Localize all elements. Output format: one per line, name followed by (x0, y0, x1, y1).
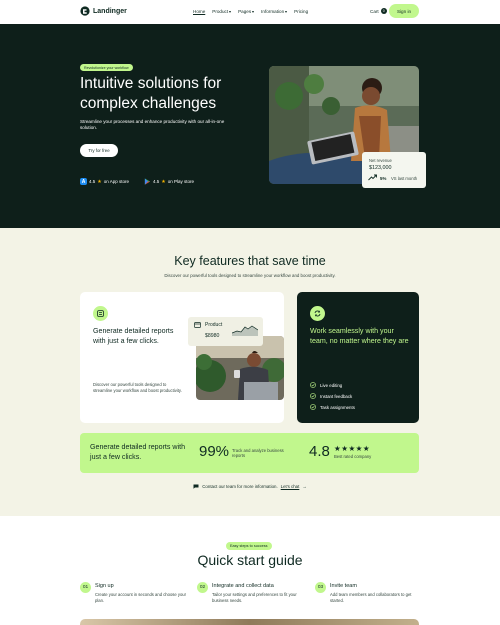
revenue-compare-label: VS last month (391, 176, 418, 181)
revenue-label: Net revenue (369, 158, 392, 163)
step-description: Add team members and collaborators to ge… (330, 592, 412, 603)
stat-percent: 99% (199, 443, 230, 460)
feature-item-label: Task assignments (320, 404, 355, 410)
chevron-down-icon (285, 10, 288, 13)
features-title: Key features that save time (174, 254, 326, 268)
play-store-rating[interactable]: 4.5 ★ on Play store (144, 178, 194, 185)
step-title: Sign up (95, 583, 114, 589)
check-circle-icon (310, 382, 316, 388)
hero-title: Intuitive solutions for complex challeng… (80, 75, 222, 112)
nav-link-information-label: Information (261, 9, 285, 14)
brand-name: Landinger (93, 7, 127, 15)
logo-icon (80, 6, 90, 16)
step-title: Integrate and collect data (212, 583, 274, 589)
nav-link-product[interactable]: Product (212, 9, 232, 14)
arrow-right-icon: → (302, 484, 307, 489)
reports-card-description: Discover our powerful tools designed to … (93, 382, 182, 393)
check-circle-icon (310, 404, 316, 410)
top-nav: Landinger Home Product Pages Information… (0, 0, 500, 24)
product-value: $8980 (205, 333, 220, 339)
app-store-icon: A (80, 178, 87, 185)
stat-rating: 4.8 (309, 443, 330, 460)
hero-subtitle: Streamline your processes and enhance pr… (80, 119, 225, 130)
step-description: Create your account in seconds and choos… (95, 592, 187, 603)
quickstart-tag-pill: Easy steps to success (226, 542, 272, 550)
lets-chat-link[interactable]: Let's chat (281, 484, 300, 489)
revenue-change-percent: 5% (380, 176, 387, 181)
try-for-free-button[interactable]: Try for free (80, 144, 118, 157)
contact-line: Contact our team for more information. L… (0, 484, 500, 489)
features-subtitle: Discover our powerful tools designed to … (164, 273, 336, 278)
app-store-label: on App store (103, 179, 130, 184)
stats-band-title: Generate detailed reports with just a fe… (90, 443, 186, 461)
step-number: 03 (315, 582, 326, 593)
feature-item-label: Live editing (320, 382, 343, 388)
chevron-down-icon (229, 10, 232, 13)
net-revenue-card: Net revenue $123,000 5% VS last month (362, 152, 426, 188)
hero-tag-pill: Revolutionize your workflow (80, 64, 133, 71)
cart-count-badge: 0 (380, 8, 387, 14)
trend-up-icon (368, 174, 377, 181)
quickstart-title: Quick start guide (197, 552, 303, 568)
product-label: Product (205, 322, 223, 328)
play-store-label: on Play store (167, 179, 195, 184)
app-store-rating[interactable]: A 4.5 ★ on App store (80, 178, 129, 185)
feature-item-task-assignments: Task assignments (310, 404, 355, 410)
nav-link-pages[interactable]: Pages (238, 9, 255, 14)
nav-link-pages-label: Pages (238, 9, 252, 14)
nav-links: Home Product Pages Information Pricing (193, 9, 308, 14)
chat-icon (193, 484, 199, 489)
step-description: Tailor your settings and preferences to … (212, 592, 297, 603)
stat-percent-caption: Track and analyze business reports (232, 448, 284, 459)
step-number: 02 (197, 582, 208, 593)
brand-logo[interactable]: Landinger (80, 6, 127, 16)
product-box-icon (194, 322, 201, 328)
nav-link-product-label: Product (212, 9, 229, 14)
play-store-score: 4.5 (153, 179, 160, 184)
cart-label: Cart (370, 8, 379, 14)
star-icon: ★ (97, 178, 102, 185)
hero-section (0, 24, 500, 228)
report-glyph (97, 310, 104, 317)
cart-button[interactable]: Cart 0 (370, 8, 387, 14)
feature-item-live-editing: Live editing (310, 382, 342, 388)
step-title: Invite team (330, 583, 357, 589)
revenue-value: $123,000 (369, 165, 392, 171)
star-icon: ★ (161, 178, 166, 185)
play-store-icon (144, 178, 151, 185)
check-circle-icon (310, 393, 316, 399)
feature-item-instant-feedback: Instant feedback (310, 393, 352, 399)
quickstart-preview-image (80, 619, 419, 625)
sparkline-icon (232, 325, 258, 336)
contact-text: Contact our team for more information. (202, 484, 278, 489)
step-number: 01 (80, 582, 91, 593)
team-card-title: Work seamlessly with your team, no matte… (310, 327, 409, 345)
feature-item-label: Instant feedback (320, 393, 353, 399)
chevron-down-icon (252, 10, 255, 13)
app-store-score: 4.5 (89, 179, 96, 184)
sync-icon (310, 306, 325, 321)
product-stat-card: Product $8980 (188, 317, 263, 346)
report-icon (93, 306, 108, 321)
reports-card-title: Generate detailed reports with just a fe… (93, 327, 174, 345)
nav-link-home[interactable]: Home (193, 9, 205, 14)
nav-link-information[interactable]: Information (261, 9, 288, 14)
nav-link-pricing[interactable]: Pricing (294, 9, 308, 14)
stat-rating-caption: Best rated company (334, 454, 372, 459)
sync-glyph (314, 310, 321, 317)
sign-in-button[interactable]: Sign in (389, 4, 419, 18)
rating-stars-icon: ★★★★★ (334, 444, 371, 453)
